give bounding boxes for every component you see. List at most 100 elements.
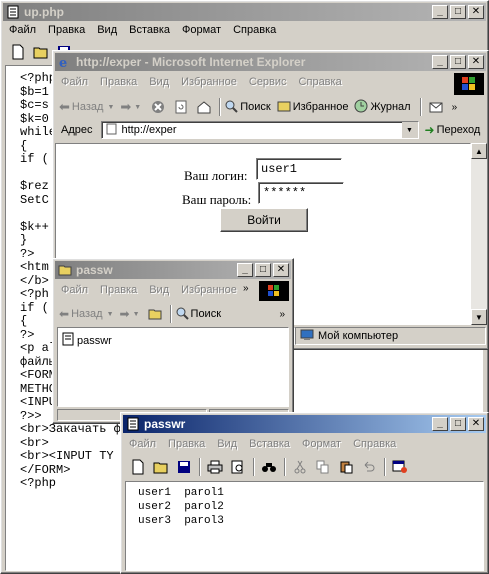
close-button[interactable]: ✕ xyxy=(468,5,484,19)
minimize-button[interactable]: _ xyxy=(432,5,448,19)
mail-icon[interactable] xyxy=(425,97,447,117)
maximize-button[interactable]: □ xyxy=(255,263,271,277)
save-icon[interactable] xyxy=(173,457,195,477)
open-icon[interactable] xyxy=(30,42,52,62)
go-button[interactable]: ➜ Переход xyxy=(425,123,481,137)
cut-icon[interactable] xyxy=(289,457,311,477)
forward-button[interactable]: ➡ ▼ xyxy=(120,99,141,115)
menu-edit[interactable]: Правка xyxy=(162,438,211,450)
ie-vertical-scrollbar[interactable]: ▲ ▼ xyxy=(471,143,487,325)
page-icon xyxy=(106,123,118,138)
history-button[interactable]: Журнал xyxy=(354,99,411,116)
search-icon xyxy=(224,99,238,116)
close-button[interactable]: ✕ xyxy=(273,263,289,277)
print-icon[interactable] xyxy=(204,457,226,477)
maximize-button[interactable]: □ xyxy=(450,5,466,19)
editor-title: up.php xyxy=(24,5,64,19)
minimize-button[interactable]: _ xyxy=(432,417,448,431)
back-arrow-icon: ⬅ xyxy=(59,307,70,321)
refresh-icon[interactable] xyxy=(170,97,192,117)
undo-icon[interactable] xyxy=(358,457,380,477)
search-label: Поиск xyxy=(240,101,271,113)
menu-view[interactable]: Вид xyxy=(143,76,175,88)
menu-tools[interactable]: Сервис xyxy=(243,76,293,88)
minimize-button[interactable]: _ xyxy=(432,55,448,69)
text-file-icon xyxy=(62,332,74,349)
maximize-button[interactable]: □ xyxy=(450,417,466,431)
stop-icon[interactable] xyxy=(147,97,169,117)
folder-icon xyxy=(58,263,72,277)
find-icon[interactable] xyxy=(258,457,280,477)
menu-file[interactable]: Файл xyxy=(55,284,94,296)
favorites-button[interactable]: Избранное xyxy=(277,99,348,116)
address-input[interactable]: http://exper ▼ xyxy=(100,121,419,139)
menu-insert[interactable]: Вставка xyxy=(123,24,176,36)
chevron-right-icon[interactable]: » xyxy=(243,283,249,294)
login-input[interactable]: user1 xyxy=(256,158,342,180)
submit-button[interactable]: Войти xyxy=(220,208,308,232)
menu-help[interactable]: Справка xyxy=(293,76,348,88)
menu-insert[interactable]: Вставка xyxy=(243,438,296,450)
close-button[interactable]: ✕ xyxy=(468,55,484,69)
svg-text:e: e xyxy=(59,56,67,69)
search-label: Поиск xyxy=(190,308,222,320)
scroll-down-icon[interactable]: ▼ xyxy=(471,309,487,325)
ie-toolbar: ⬅ Назад ▼ ➡ ▼ Поиск Избранное Журнал » xyxy=(55,95,486,119)
password-input[interactable]: ****** xyxy=(258,182,344,204)
menu-favorites[interactable]: Избранное xyxy=(175,76,243,88)
menu-view[interactable]: Вид xyxy=(211,438,243,450)
menu-file[interactable]: Файл xyxy=(55,76,94,88)
notepad-titlebar[interactable]: passwr _ □ ✕ xyxy=(123,415,486,433)
minimize-button[interactable]: _ xyxy=(237,263,253,277)
home-icon[interactable] xyxy=(193,97,215,117)
forward-arrow-icon: ➡ xyxy=(120,99,132,114)
menu-help[interactable]: Справка xyxy=(227,24,282,36)
chevron-down-icon: ▼ xyxy=(106,310,114,318)
maximize-button[interactable]: □ xyxy=(450,55,466,69)
menu-view[interactable]: Вид xyxy=(91,24,123,36)
ie-titlebar[interactable]: e http://exper - Microsoft Internet Expl… xyxy=(55,53,486,71)
menu-file[interactable]: Файл xyxy=(3,24,42,36)
forward-button[interactable]: ➡ ▼ xyxy=(120,307,140,321)
back-label: Назад xyxy=(71,308,103,320)
favorites-icon xyxy=(277,99,291,116)
editor-titlebar[interactable]: up.php _ □ ✕ xyxy=(3,3,486,21)
scroll-up-icon[interactable]: ▲ xyxy=(471,143,487,159)
ie-title: http://exper - Microsoft Internet Explor… xyxy=(76,55,306,69)
copy-icon[interactable] xyxy=(312,457,334,477)
list-item[interactable]: passwr xyxy=(62,332,112,349)
back-arrow-icon: ⬅ xyxy=(59,99,70,114)
back-button[interactable]: ⬅ Назад ▼ xyxy=(59,99,114,115)
menu-edit[interactable]: Правка xyxy=(42,24,91,36)
menu-view[interactable]: Вид xyxy=(143,284,175,296)
print-preview-icon[interactable] xyxy=(227,457,249,477)
new-icon[interactable] xyxy=(7,42,29,62)
address-label: Адрес xyxy=(61,124,93,136)
insert-datetime-icon[interactable] xyxy=(389,457,411,477)
paste-icon[interactable] xyxy=(335,457,357,477)
menu-format[interactable]: Формат xyxy=(296,438,347,450)
menu-edit[interactable]: Правка xyxy=(94,284,143,296)
close-button[interactable]: ✕ xyxy=(468,417,484,431)
menu-favorites[interactable]: Избранное xyxy=(175,284,243,296)
login-label: Ваш логин: xyxy=(184,168,248,183)
chevron-down-icon: ▼ xyxy=(107,103,115,111)
explorer-titlebar[interactable]: passw _ □ ✕ xyxy=(55,261,291,279)
back-button[interactable]: ⬅ Назад ▼ xyxy=(59,307,114,321)
folder-up-icon[interactable] xyxy=(144,304,166,324)
menu-edit[interactable]: Правка xyxy=(94,76,143,88)
search-button[interactable]: Поиск xyxy=(224,99,271,116)
new-icon[interactable] xyxy=(127,457,149,477)
chevron-right-icon[interactable]: » xyxy=(279,309,285,320)
chevron-down-icon[interactable]: ▼ xyxy=(401,122,418,138)
text-line: user1 parol1 xyxy=(138,487,224,499)
notepad-text-area[interactable]: user1 parol1 user2 parol2 user3 parol3 xyxy=(125,481,484,571)
search-button[interactable]: Поиск xyxy=(175,306,221,323)
go-arrow-icon: ➜ xyxy=(424,123,435,137)
menu-format[interactable]: Формат xyxy=(176,24,227,36)
menu-help[interactable]: Справка xyxy=(347,438,402,450)
chevron-right-icon[interactable]: » xyxy=(452,102,458,113)
search-icon xyxy=(175,306,189,323)
open-icon[interactable] xyxy=(150,457,172,477)
menu-file[interactable]: Файл xyxy=(123,438,162,450)
